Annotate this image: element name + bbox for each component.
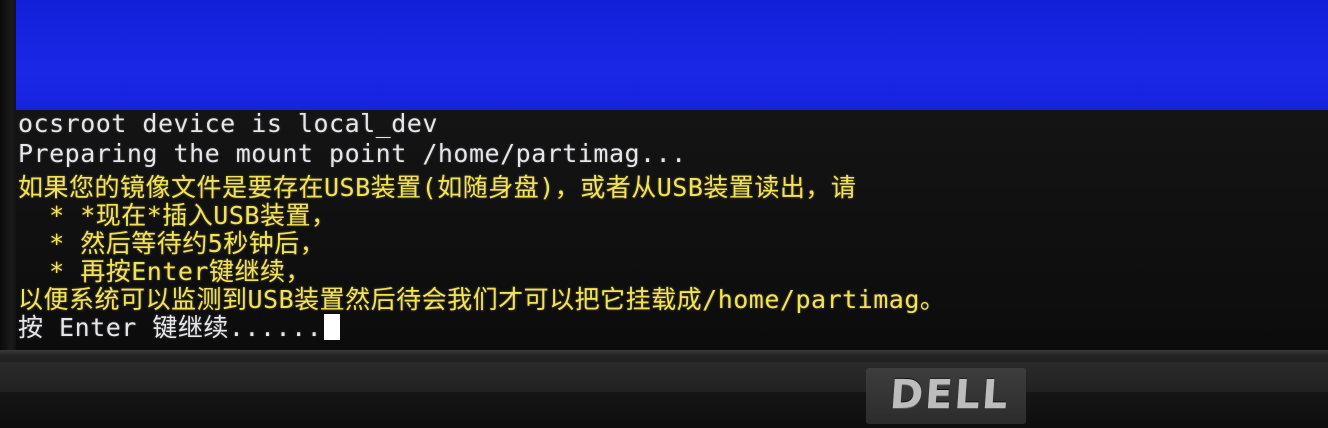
console-prompt-line: 按 Enter 键继续...... [18, 313, 341, 342]
console-line-preparing-mount: Preparing the mount point /home/partimag… [18, 139, 687, 168]
text-cursor [324, 314, 341, 340]
console-line-press-enter-continue: * 再按Enter键继续， [18, 257, 311, 286]
monitor-screen: ocsroot device is local_dev Preparing th… [16, 0, 1328, 350]
console-line-usb-notice: 如果您的镜像文件是要存在USB装置(如随身盘)，或者从USB装置读出，请 [18, 173, 857, 202]
bezel-strip [0, 362, 1328, 392]
monitor-left-bezel [0, 0, 16, 350]
blue-background-area [16, 0, 1328, 112]
console-line-mount-notice: 以便系统可以监测到USB装置然后待会我们才可以把它挂载成/home/partim… [18, 285, 946, 314]
monitor-photo: ocsroot device is local_dev Preparing th… [0, 0, 1328, 428]
console-line-ocsroot: ocsroot device is local_dev [18, 109, 438, 138]
console-terminal[interactable]: ocsroot device is local_dev Preparing th… [16, 110, 1328, 350]
console-line-wait-5-seconds: * 然后等待约5秒钟后， [18, 229, 326, 258]
dell-logo: DELL [888, 372, 1012, 418]
console-line-insert-usb: * *现在*插入USB装置， [18, 201, 337, 230]
console-prompt-text: 按 Enter 键继续...... [18, 313, 323, 342]
bezel-edge [0, 350, 1328, 356]
